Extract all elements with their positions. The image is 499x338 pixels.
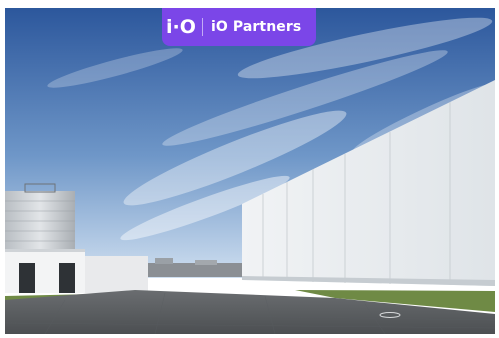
io-logo-icon: i·O [166,16,196,38]
brand-name: iO Partners [211,19,302,35]
distant-buildings [145,263,245,277]
warehouse-photo [5,8,495,334]
badge-divider [202,18,203,36]
storage-tank [5,183,75,253]
brand-badge: i·O iO Partners [162,8,316,46]
